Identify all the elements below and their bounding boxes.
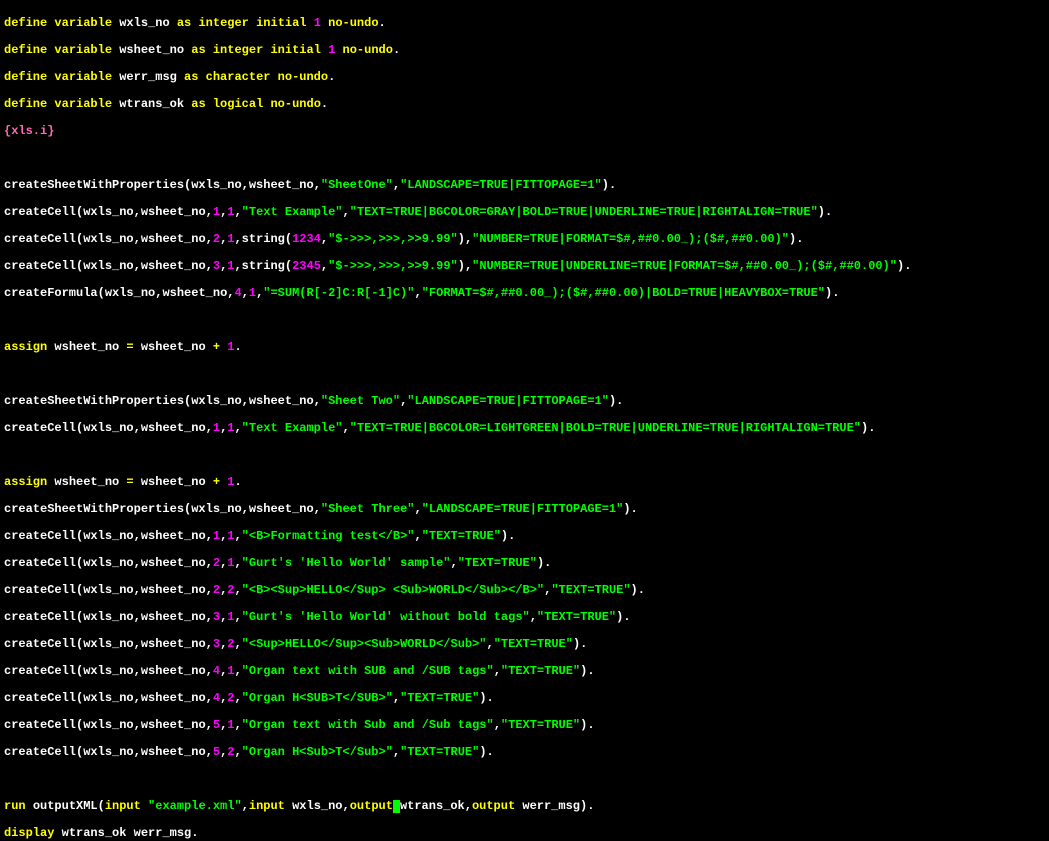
code-line: run outputXML(input "example.xml",input … bbox=[4, 799, 1045, 814]
code-line: createSheetWithProperties(wxls_no,wsheet… bbox=[4, 502, 1045, 517]
blank-line bbox=[4, 151, 1045, 166]
blank-line bbox=[4, 367, 1045, 382]
code-line: createCell(wxls_no,wsheet_no,5,1,"Organ … bbox=[4, 718, 1045, 733]
code-line: assign wsheet_no = wsheet_no + 1. bbox=[4, 475, 1045, 490]
code-line: createCell(wxls_no,wsheet_no,1,1,"Text E… bbox=[4, 421, 1045, 436]
code-line: createCell(wxls_no,wsheet_no,3,1,string(… bbox=[4, 259, 1045, 274]
code-line: createCell(wxls_no,wsheet_no,5,2,"Organ … bbox=[4, 745, 1045, 760]
code-line: createSheetWithProperties(wxls_no,wsheet… bbox=[4, 394, 1045, 409]
code-line: createCell(wxls_no,wsheet_no,2,1,string(… bbox=[4, 232, 1045, 247]
code-line: createCell(wxls_no,wsheet_no,4,2,"Organ … bbox=[4, 691, 1045, 706]
code-line: createCell(wxls_no,wsheet_no,1,1,"Text E… bbox=[4, 205, 1045, 220]
code-line: createCell(wxls_no,wsheet_no,3,1,"Gurt's… bbox=[4, 610, 1045, 625]
blank-line bbox=[4, 772, 1045, 787]
code-line: createCell(wxls_no,wsheet_no,1,1,"<B>For… bbox=[4, 529, 1045, 544]
code-line: define variable wxls_no as integer initi… bbox=[4, 16, 1045, 31]
code-line: define variable wtrans_ok as logical no-… bbox=[4, 97, 1045, 112]
code-line: createCell(wxls_no,wsheet_no,2,2,"<B><Su… bbox=[4, 583, 1045, 598]
code-line: display wtrans_ok werr_msg. bbox=[4, 826, 1045, 841]
code-line: createCell(wxls_no,wsheet_no,2,1,"Gurt's… bbox=[4, 556, 1045, 571]
code-line: define variable wsheet_no as integer ini… bbox=[4, 43, 1045, 58]
code-line: createFormula(wxls_no,wsheet_no,4,1,"=SU… bbox=[4, 286, 1045, 301]
code-line: createCell(wxls_no,wsheet_no,4,1,"Organ … bbox=[4, 664, 1045, 679]
blank-line bbox=[4, 448, 1045, 463]
code-line: assign wsheet_no = wsheet_no + 1. bbox=[4, 340, 1045, 355]
code-line: define variable werr_msg as character no… bbox=[4, 70, 1045, 85]
code-line: {xls.i} bbox=[4, 124, 1045, 139]
code-line: createSheetWithProperties(wxls_no,wsheet… bbox=[4, 178, 1045, 193]
blank-line bbox=[4, 313, 1045, 328]
code-line: createCell(wxls_no,wsheet_no,3,2,"<Sup>H… bbox=[4, 637, 1045, 652]
cursor bbox=[393, 800, 400, 813]
